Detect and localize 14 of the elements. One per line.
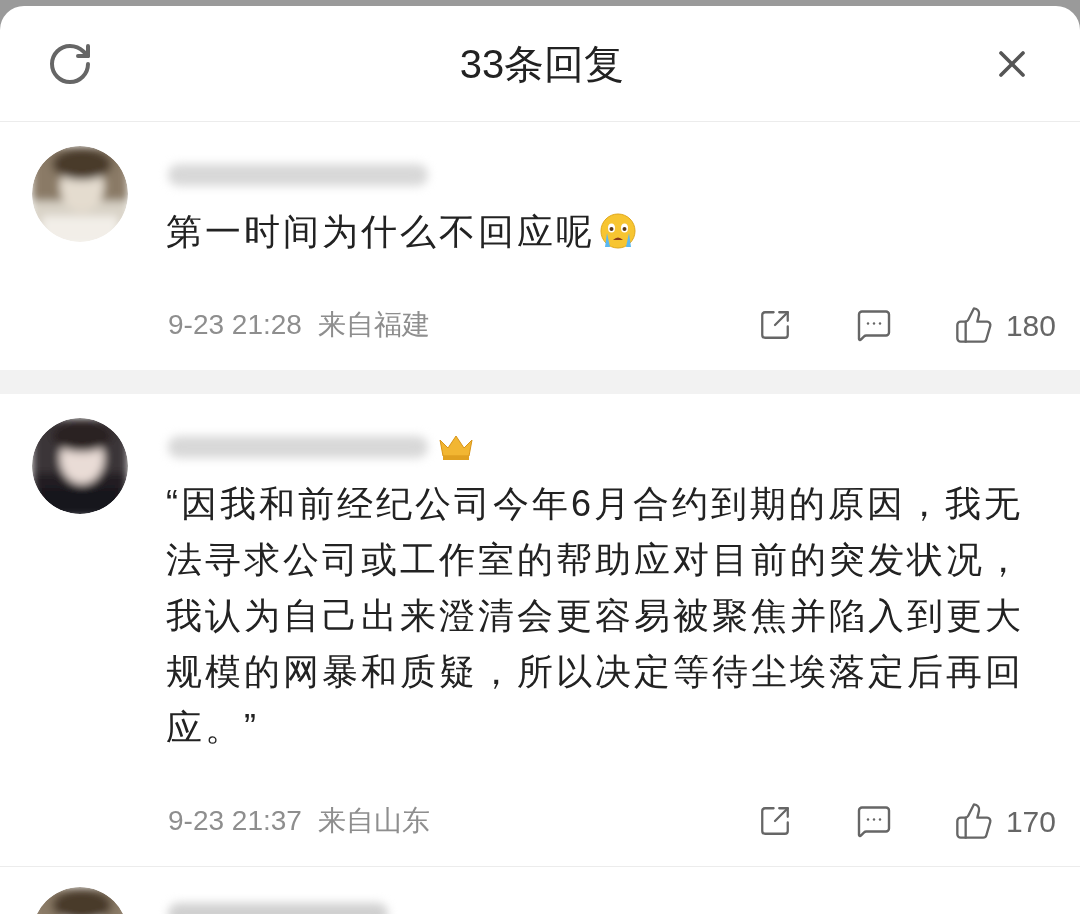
like-icon[interactable] <box>953 305 994 345</box>
comment-icon[interactable] <box>855 803 892 839</box>
comment-time: 9-23 21:37 <box>168 804 302 838</box>
comment-location: 来自福建 <box>317 308 430 342</box>
comment-text: 第一时间为什么不回应呢 <box>166 204 1056 260</box>
like-icon[interactable] <box>953 801 994 841</box>
comment-location: 来自山东 <box>317 804 430 838</box>
header-title: 33条回复 <box>459 40 625 88</box>
comment-text: “因我和前经纪公司今年6月合约到期的原因，我无法寻求公司或工作室的帮助应对目前的突发状况，我认为自己出来澄清会更容易被聚焦并陷入到更大规模的网暴和质疑，所以决定等待尘埃落定后再回应。” <box>166 482 1025 750</box>
crying-emoji-icon <box>599 212 637 250</box>
comment-icon[interactable] <box>855 307 892 343</box>
like-count: 180 <box>1005 307 1056 344</box>
like-count: 170 <box>1005 803 1056 840</box>
comment-time: 9-23 21:28 <box>168 308 302 342</box>
